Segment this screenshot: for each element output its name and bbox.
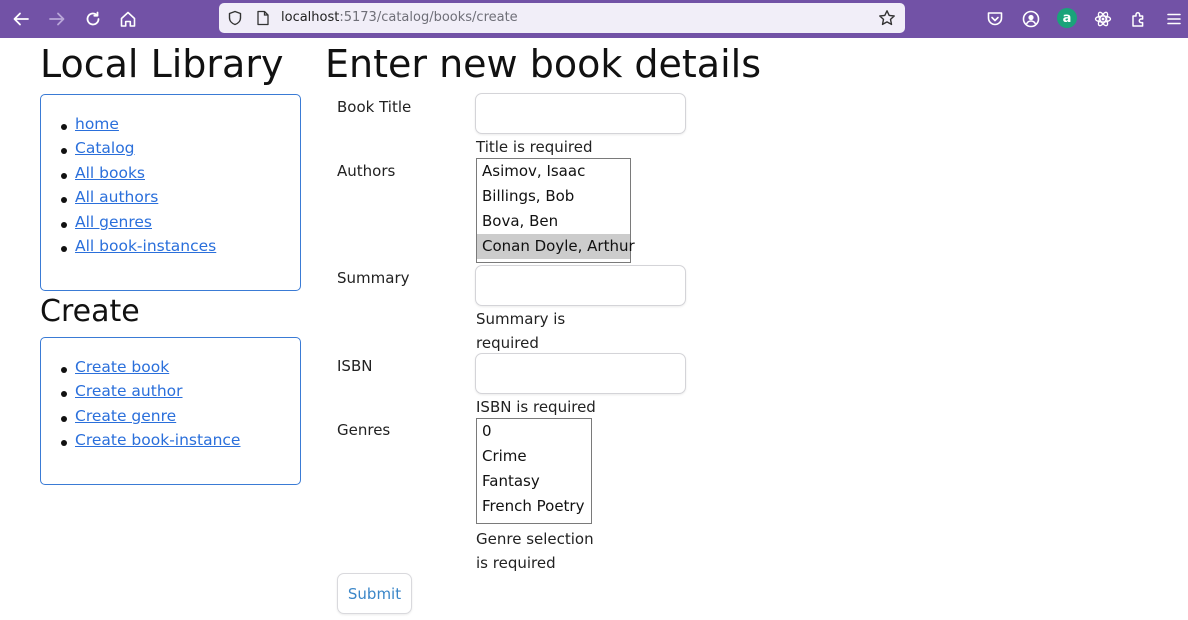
create-box: Create book Create author Create genre C… [40, 337, 301, 485]
create-link-book-instance[interactable]: Create book-instance [75, 431, 240, 449]
nav-box: home Catalog All books All authors All g… [40, 94, 301, 291]
isbn-error: ISBN is required [476, 398, 596, 416]
summary-error: Summary is required [476, 307, 565, 355]
nav-link-catalog[interactable]: Catalog [75, 139, 135, 157]
create-link-author[interactable]: Create author [75, 382, 183, 400]
nav-item-catalog: Catalog [61, 139, 135, 163]
url-bar[interactable]: localhost:5173/catalog/books/create [219, 3, 905, 33]
extension-badge-icon[interactable]: a [1057, 8, 1077, 28]
isbn-input[interactable] [475, 353, 686, 394]
author-option[interactable]: Billings, Bob [477, 184, 630, 209]
react-devtools-icon[interactable] [1091, 7, 1115, 31]
title-error: Title is required [476, 138, 593, 156]
authors-label: Authors [337, 162, 396, 180]
nav-item-all-book-instances: All book-instances [60, 237, 216, 261]
reload-icon[interactable] [81, 7, 105, 31]
author-option[interactable]: Bova, Ben [477, 209, 630, 234]
genre-option[interactable]: 0 [477, 419, 591, 444]
bookmark-star-icon[interactable] [875, 6, 899, 30]
genre-option[interactable]: Fantasy [477, 469, 591, 494]
isbn-label: ISBN [337, 357, 373, 375]
home-icon[interactable] [116, 7, 140, 31]
page-title: Enter new book details [325, 42, 761, 86]
url-path: :5173/catalog/books/create [339, 10, 518, 25]
summary-error-line-1: Summary is [476, 310, 566, 328]
book-title-label: Book Title [337, 98, 412, 116]
nav-item-all-books: All books [61, 164, 145, 188]
submit-button[interactable]: Submit [337, 573, 412, 614]
genres-error-line-1: Genre selection [476, 530, 594, 548]
shield-icon[interactable] [223, 6, 247, 30]
nav-link-all-book-instances[interactable]: All book-instances [75, 237, 216, 255]
nav-link-all-authors[interactable]: All authors [75, 188, 158, 206]
menu-hamburger-icon[interactable] [1162, 7, 1186, 31]
create-item-book: Create book [60, 358, 169, 382]
create-item-book-instance: Create book-instance [60, 431, 240, 455]
account-icon[interactable] [1019, 7, 1043, 31]
nav-link-home[interactable]: home [75, 115, 119, 133]
create-item-author: Create author [61, 382, 183, 406]
nav-item-all-genres: All genres [61, 213, 152, 237]
back-arrow-icon[interactable] [9, 7, 33, 31]
genres-select[interactable]: 0 Crime Fantasy French Poetry [476, 418, 592, 524]
genre-option[interactable]: French Poetry [477, 494, 591, 519]
url-text[interactable]: localhost:5173/catalog/books/create [281, 10, 518, 25]
create-item-genre: Create genre [60, 407, 176, 431]
create-link-genre[interactable]: Create genre [75, 407, 176, 425]
sidebar-title: Local Library [40, 42, 284, 86]
summary-label: Summary [337, 269, 410, 287]
author-option-selected[interactable]: Conan Doyle, Arthur [477, 234, 635, 259]
author-option[interactable]: Asimov, Isaac [477, 159, 630, 184]
book-title-input[interactable] [475, 93, 686, 134]
nav-link-all-genres[interactable]: All genres [75, 213, 152, 231]
browser-toolbar: localhost:5173/catalog/books/create a [0, 0, 1188, 38]
extensions-puzzle-icon[interactable] [1127, 7, 1151, 31]
genre-option[interactable]: Crime [477, 444, 591, 469]
page-info-icon[interactable] [251, 6, 275, 30]
summary-error-line-2: required [476, 334, 539, 352]
genres-label: Genres [337, 421, 391, 439]
authors-select[interactable]: Asimov, Isaac Billings, Bob Bova, Ben Co… [476, 158, 635, 263]
nav-item-all-authors: All authors [60, 188, 158, 212]
genres-error: Genre selection is required [476, 527, 594, 575]
genres-error-line-2: is required [476, 554, 556, 572]
create-link-book[interactable]: Create book [75, 358, 169, 376]
forward-arrow-icon[interactable] [45, 7, 69, 31]
nav-link-all-books[interactable]: All books [75, 164, 145, 182]
summary-input[interactable] [475, 265, 686, 306]
create-title: Create [40, 294, 140, 329]
pocket-icon[interactable] [983, 7, 1007, 31]
nav-item-home: home [61, 115, 119, 139]
url-host: localhost [281, 10, 340, 25]
